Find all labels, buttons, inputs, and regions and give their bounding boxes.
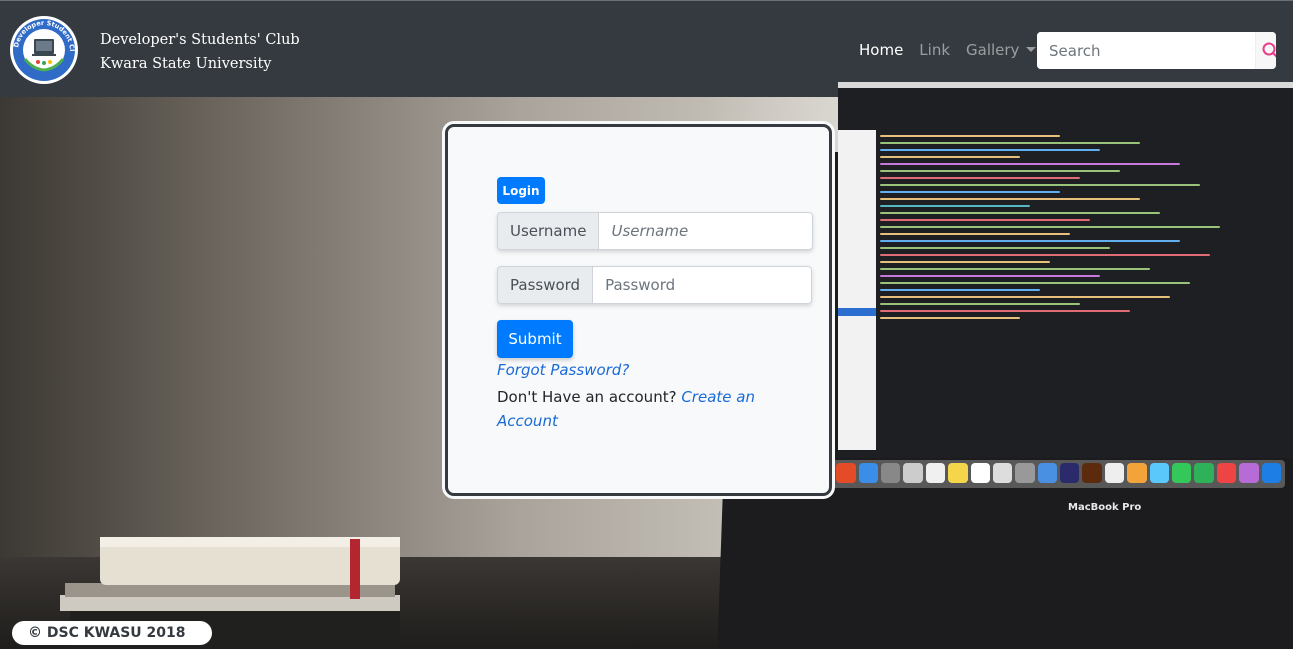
search-icon xyxy=(1262,42,1276,58)
username-label: Username xyxy=(497,212,599,250)
search-input[interactable] xyxy=(1037,32,1255,69)
username-input[interactable] xyxy=(598,212,814,250)
no-account-text: Don't Have an account? xyxy=(497,388,677,406)
nav-gallery-label: Gallery xyxy=(966,41,1020,59)
brand-line-2: Kwara State University xyxy=(100,56,272,72)
logo[interactable]: Developer Student Clubs xyxy=(3,9,83,85)
password-input[interactable] xyxy=(592,266,813,304)
forgot-password-link[interactable]: Forgot Password? xyxy=(497,361,629,379)
nav-gallery-dropdown[interactable]: Gallery xyxy=(966,40,1037,60)
caret-down-icon xyxy=(1026,47,1037,52)
ide-selection xyxy=(838,308,876,316)
brand-line-1: Developer's Students' Club xyxy=(100,32,300,48)
mac-dock xyxy=(765,460,1285,488)
ide-sidebar xyxy=(838,130,876,450)
submit-button[interactable]: Submit xyxy=(497,320,573,358)
search-form xyxy=(1037,32,1276,69)
brand-name[interactable]: Developer's Students' Club Kwara State U… xyxy=(100,28,300,76)
footer-copyright: © DSC KWASU 2018 xyxy=(12,621,212,645)
nav-link-link[interactable]: Link xyxy=(919,40,950,60)
password-group: Password xyxy=(497,266,813,304)
login-badge: Login xyxy=(497,177,545,204)
laptop-label: MacBook Pro xyxy=(1068,502,1142,513)
create-account-line: Don't Have an account? Create an Account xyxy=(497,385,767,433)
nav-home-link[interactable]: Home xyxy=(859,40,903,60)
username-group: Username xyxy=(497,212,814,250)
code-lines xyxy=(880,130,1280,450)
search-button[interactable] xyxy=(1255,32,1276,69)
dsc-logo-icon: Developer Student Clubs xyxy=(3,9,78,84)
nav-links: Home Link Gallery xyxy=(859,40,1052,60)
password-label: Password xyxy=(497,266,593,304)
